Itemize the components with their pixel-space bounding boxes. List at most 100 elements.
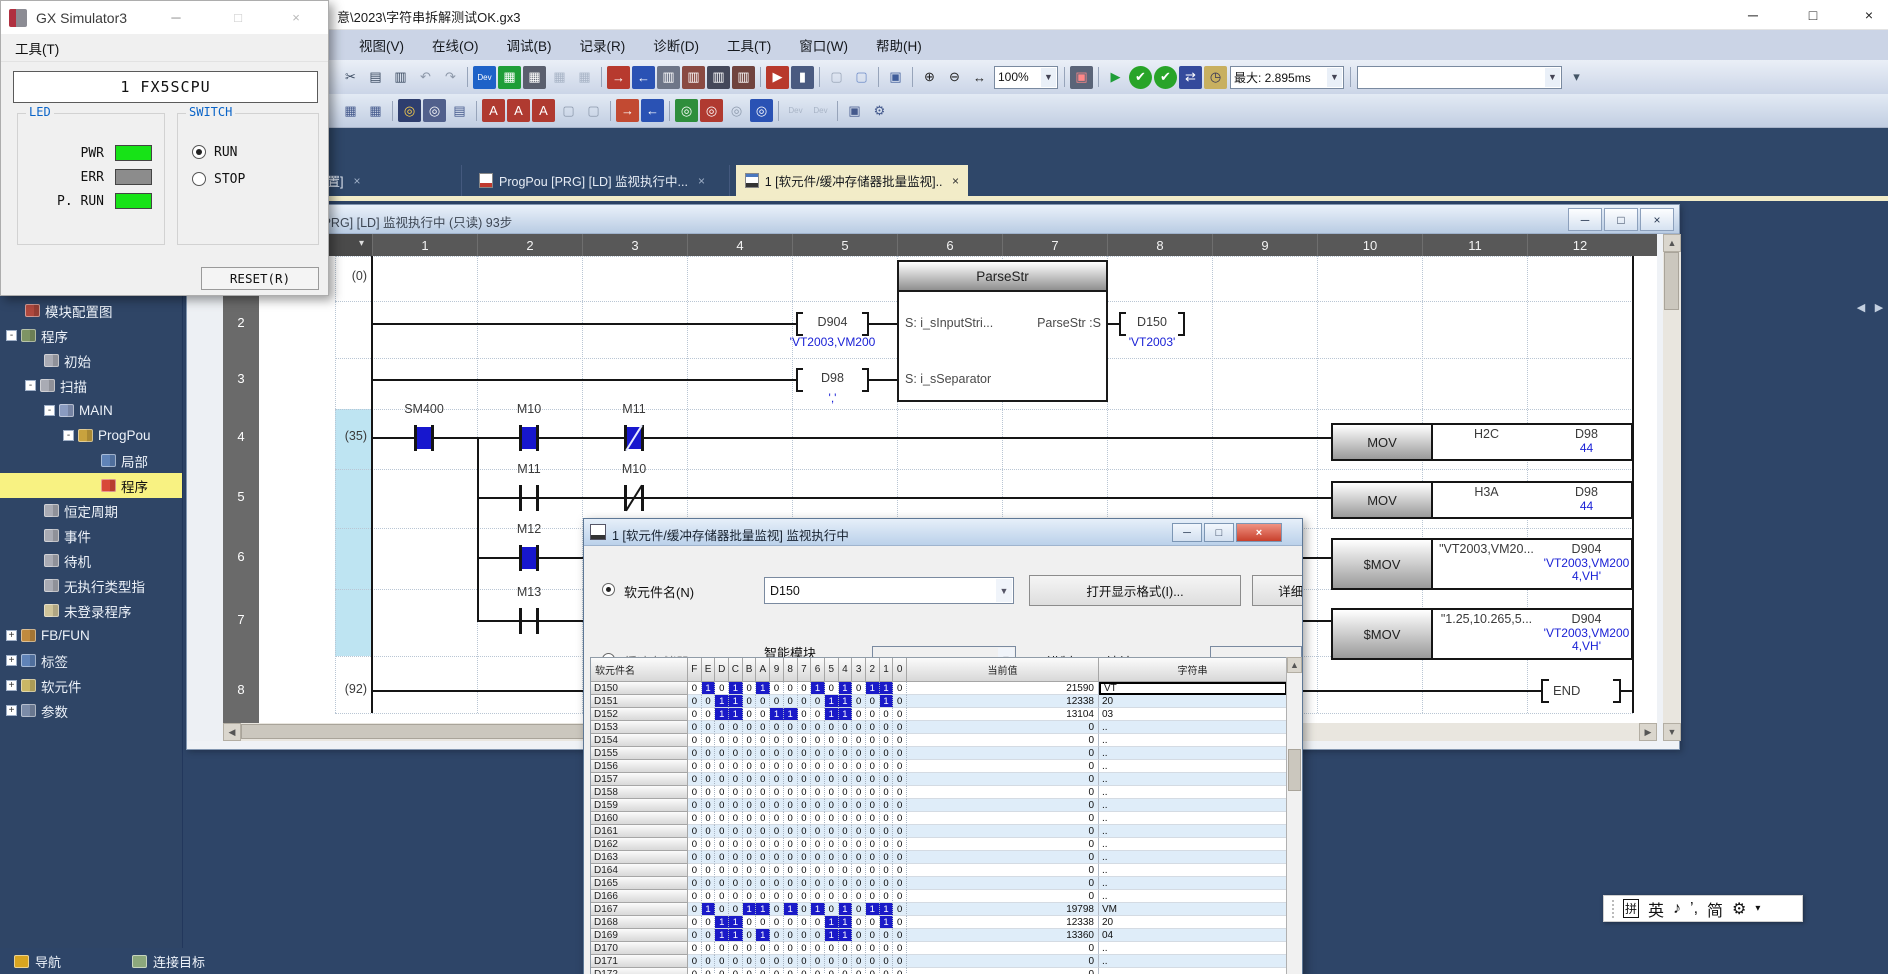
table-row-D168[interactable]: D16800110000001100101233820 <box>591 916 1287 929</box>
monitor-dialog-titlebar[interactable]: 1 [软元件/缓冲存储器批量监视] 监视执行中 ─ □ × <box>584 519 1302 546</box>
stop-radio[interactable] <box>192 172 206 186</box>
table-row-D156[interactable]: D15600000000000000000.. <box>591 760 1287 773</box>
scan-time-icon[interactable]: ◷ <box>1204 66 1227 89</box>
jump-back-icon[interactable]: ← <box>641 99 664 122</box>
sidebar-item-恒定周期[interactable]: 恒定周期 <box>0 498 183 523</box>
ghost-monitor2-icon[interactable]: ▦ <box>573 66 596 89</box>
table-row-D158[interactable]: D15800000000000000000.. <box>591 786 1287 799</box>
contact-M11[interactable] <box>519 485 522 511</box>
col-header-bit-D[interactable]: D <box>715 658 729 682</box>
contact-M13[interactable] <box>536 608 539 634</box>
label-comment-icon[interactable]: A <box>532 99 555 122</box>
sidebar-item-未登录程序[interactable]: 未登录程序 <box>0 598 183 623</box>
panel-tab-connection[interactable]: 连接目标 <box>124 948 213 974</box>
scan-time-select[interactable]: 最大: 2.895ms▼ <box>1230 66 1344 89</box>
capture-icon[interactable]: ▣ <box>884 66 907 89</box>
device-name-combo[interactable]: D150▼ <box>764 577 1014 604</box>
monitor-vscroll-thumb[interactable] <box>1288 749 1301 791</box>
ime-simplified-icon[interactable]: 简 <box>1707 897 1723 921</box>
instruction-MOV[interactable]: MOVH3AD9844 <box>1331 481 1633 519</box>
menu-item-2[interactable]: 调试(B) <box>493 30 566 60</box>
sidebar-item-程序[interactable]: -程序 <box>0 323 183 348</box>
contact-M10[interactable] <box>536 425 539 451</box>
col-header-bit-E[interactable]: E <box>702 658 716 682</box>
sidebar-item-ProgPou[interactable]: -ProgPou <box>0 423 183 448</box>
menu-item-6[interactable]: 窗口(W) <box>785 30 862 60</box>
scroll-down-icon[interactable]: ▼ <box>1663 723 1681 741</box>
col-header-bit-0[interactable]: 0 <box>893 658 907 682</box>
collapse-icon[interactable]: - <box>63 430 74 441</box>
transfer-setup-icon[interactable]: ⇄ <box>1179 66 1202 89</box>
find-green-icon[interactable]: ◎ <box>675 99 698 122</box>
contact-M12[interactable] <box>536 545 539 571</box>
zoom-in-icon[interactable]: ⊕ <box>918 66 941 89</box>
end-instruction[interactable]: END <box>1553 683 1603 699</box>
copy-icon[interactable]: ▤ <box>364 66 387 89</box>
convert-icon[interactable]: ▦ <box>364 99 387 122</box>
table-row-D163[interactable]: D16300000000000000000.. <box>591 851 1287 864</box>
col-header-bit-6[interactable]: 6 <box>811 658 825 682</box>
col-header-bit-F[interactable]: F <box>688 658 702 682</box>
sidebar-item-事件[interactable]: 事件 <box>0 523 183 548</box>
ladder-monitor-icon[interactable]: ▦ <box>498 66 521 89</box>
ghost-monitor-icon[interactable]: ▦ <box>548 66 571 89</box>
expand-icon[interactable]: + <box>6 680 17 691</box>
tab-close-icon[interactable]: × <box>353 174 360 188</box>
simulator-minimize-icon[interactable]: ─ <box>153 1 199 34</box>
ime-settings-icon[interactable]: ⚙ <box>1732 899 1746 919</box>
ime-english-icon[interactable]: 英 <box>1648 897 1664 921</box>
sidebar-item-程序[interactable]: 程序 <box>0 473 183 498</box>
restore-icon[interactable]: □ <box>1790 0 1836 30</box>
sidebar-item-标签[interactable]: +标签 <box>0 648 183 673</box>
redo-icon[interactable]: ↷ <box>439 66 462 89</box>
ladder-minimize-icon[interactable]: ─ <box>1568 208 1602 231</box>
check-program-icon[interactable]: ✔ <box>1129 66 1152 89</box>
sidebar-item-参数[interactable]: +参数 <box>0 698 183 723</box>
table-row-D165[interactable]: D16500000000000000000.. <box>591 877 1287 890</box>
column-dropdown-icon[interactable]: ▾ <box>359 238 364 249</box>
contact-M12[interactable] <box>519 545 522 571</box>
simulation-start-icon[interactable]: ▶ <box>1104 66 1127 89</box>
col-header-bit-1[interactable]: 1 <box>880 658 894 682</box>
note-icon[interactable]: ▤ <box>448 99 471 122</box>
tab-2-active[interactable]: 1 [软元件/缓冲存储器批量监视]...× <box>736 165 968 196</box>
table-row-D172[interactable]: D17200000000000000000.. <box>591 968 1287 974</box>
window-right-icon[interactable]: ▢ <box>582 99 605 122</box>
window-cascade-icon[interactable]: ▢ <box>825 66 848 89</box>
table-row-D151[interactable]: D15100110000001100101233820 <box>591 695 1287 708</box>
table-row-D153[interactable]: D15300000000000000000.. <box>591 721 1287 734</box>
simulator-menu-tools[interactable]: 工具(T) <box>15 38 59 58</box>
sidebar-item-初始[interactable]: 初始 <box>0 348 183 373</box>
menu-item-4[interactable]: 诊断(D) <box>639 30 713 60</box>
sidebar-item-扫描[interactable]: -扫描 <box>0 373 183 398</box>
check-parameter-icon[interactable]: ✔ <box>1154 66 1177 89</box>
sidebar-item-局部[interactable]: 局部 <box>0 448 183 473</box>
label-inline-icon[interactable]: A <box>482 99 505 122</box>
ladder-restore-icon[interactable]: □ <box>1604 208 1638 231</box>
program-check-icon[interactable]: ▦ <box>339 99 362 122</box>
vscroll-thumb[interactable] <box>1664 252 1679 310</box>
table-row-D159[interactable]: D15900000000000000000.. <box>591 799 1287 812</box>
tab-close-icon[interactable]: × <box>698 174 705 188</box>
col-header-bit-A[interactable]: A <box>756 658 770 682</box>
device-name-radio[interactable] <box>602 583 615 596</box>
operand-D150[interactable]: D150 <box>1123 315 1181 331</box>
fb-header[interactable]: ParseStr <box>897 260 1108 292</box>
operand-D98[interactable]: D98 <box>800 371 865 387</box>
ladder-vscrollbar[interactable]: ▲ ▼ <box>1663 234 1681 741</box>
table-row-D167[interactable]: D167010011010101011019798VM <box>591 903 1287 916</box>
monitor-stop-icon[interactable]: ▥ <box>732 66 755 89</box>
table-row-D157[interactable]: D15700000000000000000.. <box>591 773 1287 786</box>
instruction-$MOV[interactable]: $MOV"1.25,10.265,5...D904'VT2003,VM2004,… <box>1331 608 1633 660</box>
open-display-format-button[interactable]: 打开显示格式(I)... <box>1029 575 1241 606</box>
zoom-select[interactable]: 100%▼ <box>994 66 1058 89</box>
simulator-close-icon[interactable]: × <box>273 1 319 34</box>
menu-item-1[interactable]: 在线(O) <box>418 30 493 60</box>
chevron-down-icon[interactable]: ▼ <box>1041 68 1056 87</box>
col-header-bit-9[interactable]: 9 <box>770 658 784 682</box>
monitor-table-vscrollbar[interactable]: ▲ <box>1286 657 1302 974</box>
table-row-D166[interactable]: D16600000000000000000.. <box>591 890 1287 903</box>
col-header-bit-7[interactable]: 7 <box>798 658 812 682</box>
expand-icon[interactable]: + <box>6 630 17 641</box>
monitor-start-icon[interactable]: ▥ <box>707 66 730 89</box>
